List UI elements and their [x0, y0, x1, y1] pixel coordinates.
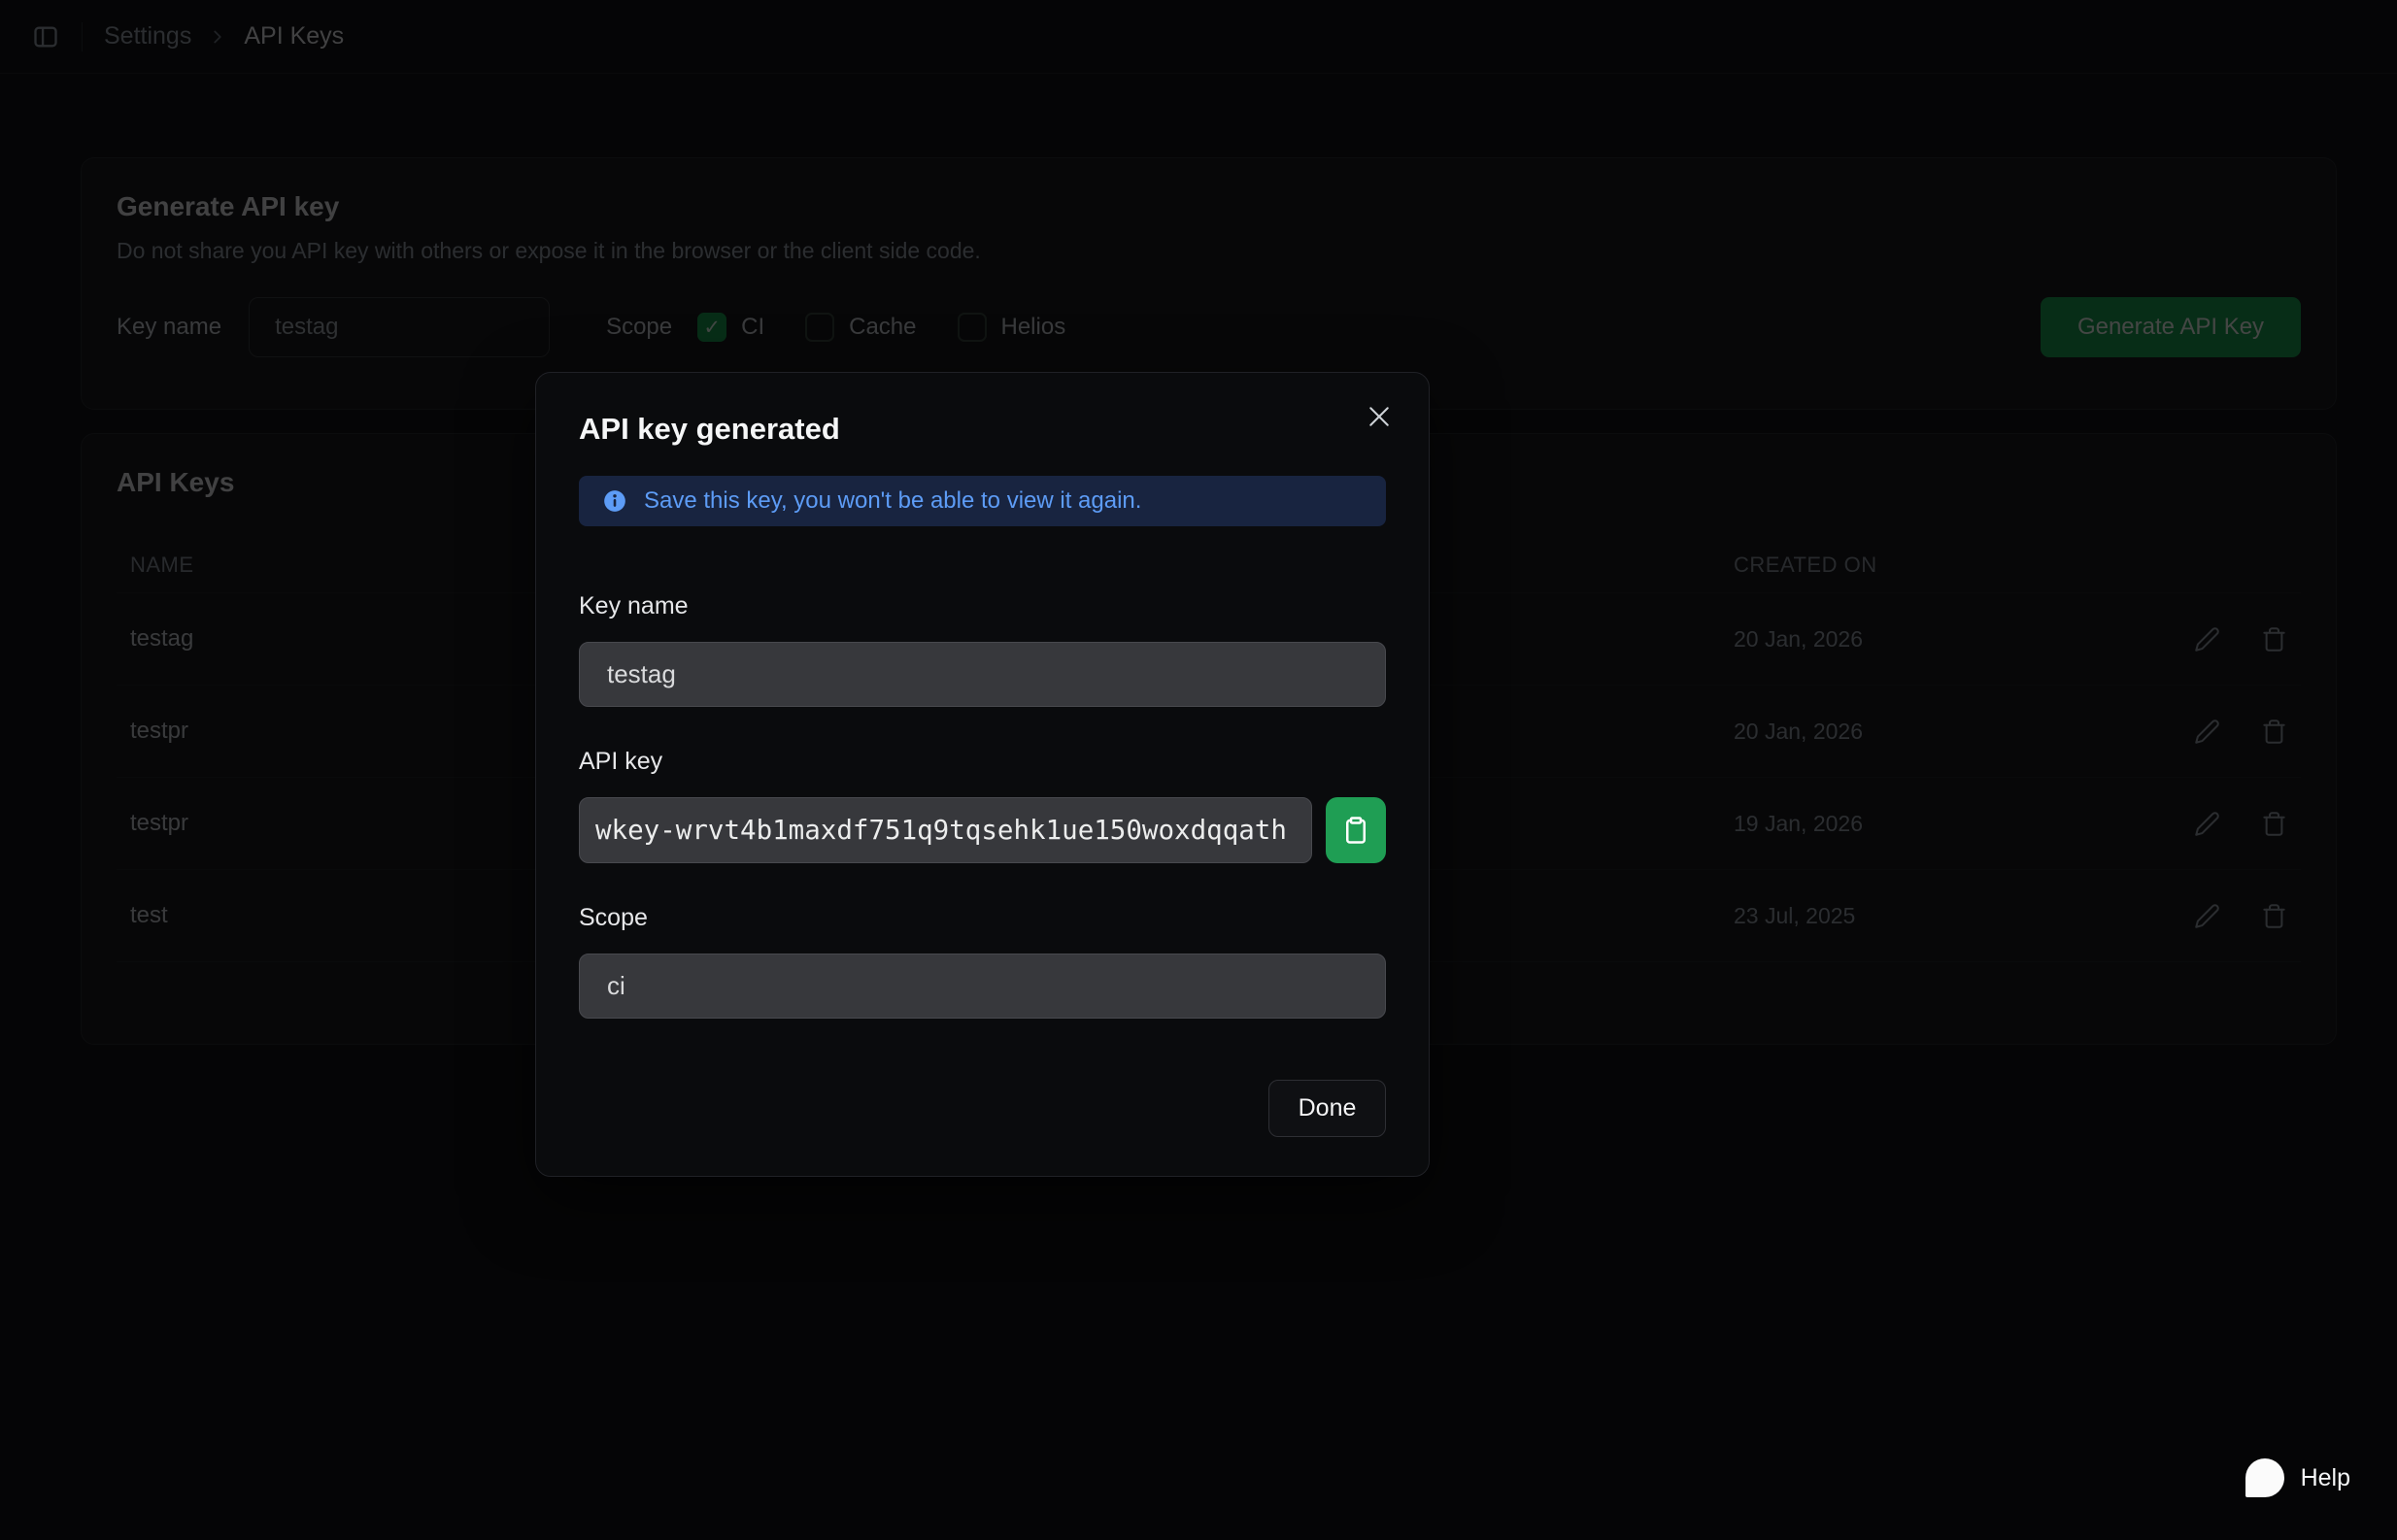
modal-scope-label: Scope [579, 904, 1386, 932]
chat-bubble-icon [2245, 1458, 2284, 1497]
app-screen: Settings API Keys Generate API key Do no… [0, 0, 2397, 1540]
done-button[interactable]: Done [1268, 1080, 1386, 1137]
help-widget[interactable]: Help [2224, 1445, 2376, 1511]
close-icon[interactable] [1365, 402, 1394, 431]
notice-text: Save this key, you won't be able to view… [644, 487, 1141, 515]
modal-key-name-label: Key name [579, 592, 1386, 620]
info-icon [602, 488, 627, 514]
modal-api-key-input[interactable]: wkey-wrvt4b1maxdf751q9tqsehk1ue150woxdqq… [579, 797, 1312, 863]
modal-scope-input[interactable]: ci [579, 954, 1386, 1019]
save-key-notice-banner: Save this key, you won't be able to view… [579, 476, 1386, 526]
api-key-generated-modal: API key generated Save this key, you won… [535, 372, 1430, 1177]
modal-key-name-input[interactable]: testag [579, 642, 1386, 707]
modal-api-key-label: API key [579, 748, 1386, 776]
help-label: Help [2301, 1464, 2350, 1492]
copy-api-key-button[interactable] [1326, 797, 1386, 863]
modal-title: API key generated [579, 412, 1386, 447]
clipboard-icon [1341, 814, 1370, 847]
